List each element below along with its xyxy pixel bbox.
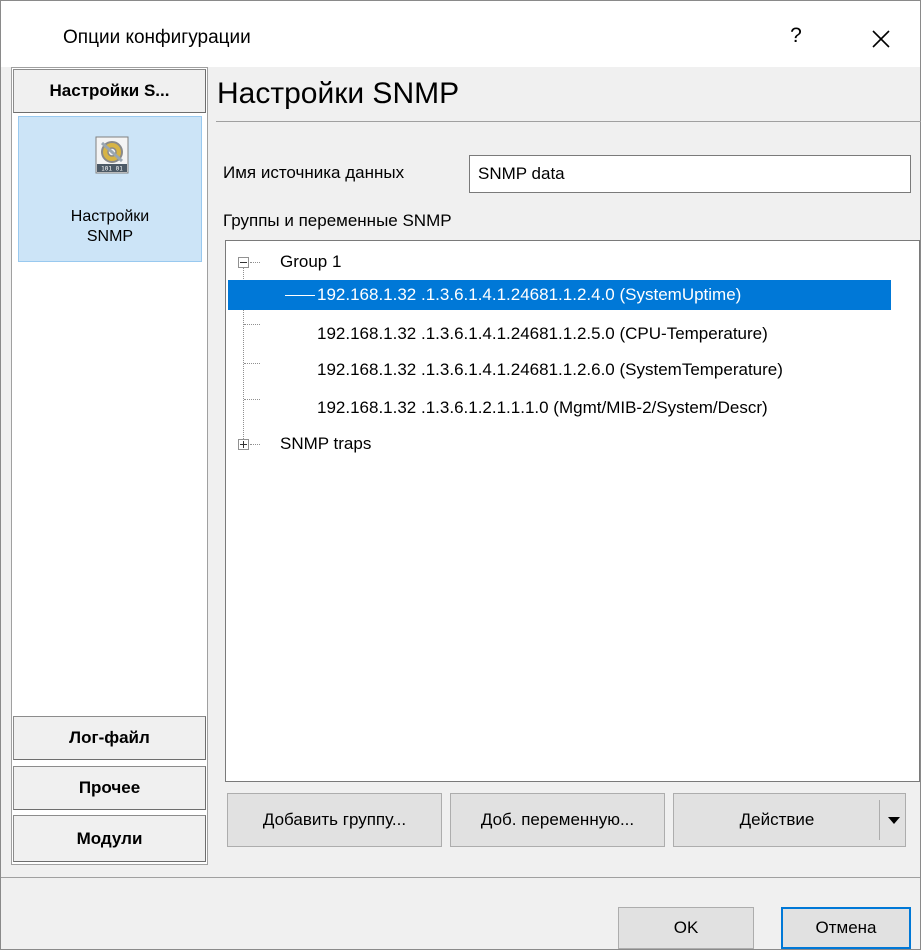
nav-item-label-line2: SNMP: [86, 228, 134, 245]
snmp-settings-icon: 101 01: [95, 136, 129, 174]
tree-traps-label: SNMP traps: [280, 434, 372, 453]
snmp-icon-text: 101 01: [101, 166, 123, 173]
title-divider: [216, 121, 921, 122]
title-bar[interactable]: Опции конфигурации ?: [1, 1, 920, 67]
close-icon: [872, 30, 890, 48]
snmp-tree[interactable]: Group 1 192.168.1.32 .1.3.6.1.4.1.24681.…: [225, 240, 920, 782]
tree-connector: [244, 324, 260, 325]
nav-item-label: Настройки SNMP: [19, 207, 201, 247]
tree-connector: [285, 295, 315, 296]
action-button-label[interactable]: Действие: [674, 794, 880, 846]
tree-group-item[interactable]: Group 1: [280, 247, 341, 277]
tree-variable-label: 192.168.1.32 .1.3.6.1.4.1.24681.1.2.4.0 …: [317, 285, 742, 304]
category-other[interactable]: Прочее: [13, 766, 206, 810]
footer-divider: [1, 877, 920, 878]
nav-item-label-line1: Настройки: [70, 208, 150, 225]
tree-variable-item[interactable]: 192.168.1.32 .1.3.6.1.4.1.24681.1.2.6.0 …: [317, 355, 783, 385]
cancel-button[interactable]: Отмена: [781, 907, 911, 949]
tree-variable-item[interactable]: 192.168.1.32 .1.3.6.1.2.1.1.1.0 (Mgmt/MI…: [317, 393, 768, 423]
add-group-button[interactable]: Добавить группу...: [227, 793, 442, 847]
close-button[interactable]: [863, 21, 899, 57]
add-variable-button[interactable]: Доб. переменную...: [450, 793, 665, 847]
tree-variable-label: 192.168.1.32 .1.3.6.1.4.1.24681.1.2.6.0 …: [317, 360, 783, 379]
nav-item-snmp-settings[interactable]: 101 01 Настройки SNMP: [18, 116, 202, 262]
snmp-tree-label: Группы и переменные SNMP: [223, 211, 452, 230]
tree-connector: [250, 444, 260, 445]
group-collapse-toggle[interactable]: [238, 257, 249, 268]
window-title: Опции конфигурации: [63, 27, 251, 48]
help-button[interactable]: ?: [781, 21, 811, 51]
tree-variable-label: 192.168.1.32 .1.3.6.1.4.1.24681.1.2.5.0 …: [317, 324, 768, 343]
tree-variable-item-selected[interactable]: 192.168.1.32 .1.3.6.1.4.1.24681.1.2.4.0 …: [228, 280, 891, 310]
split-divider: [879, 800, 880, 840]
datasource-name-label: Имя источника данных: [223, 163, 405, 182]
tree-connector: [250, 262, 260, 263]
category-sidebar: Настройки S... 101 01 Настройки SNMP Лог…: [11, 67, 208, 865]
tree-variable-item[interactable]: 192.168.1.32 .1.3.6.1.4.1.24681.1.2.5.0 …: [317, 319, 768, 349]
page-title: Настройки SNMP: [217, 77, 460, 110]
tree-variable-label: 192.168.1.32 .1.3.6.1.2.1.1.1.0 (Mgmt/MI…: [317, 398, 768, 417]
config-options-dialog: Опции конфигурации ? Настройки S... 101 …: [0, 0, 921, 950]
tree-connector: [244, 399, 260, 400]
tree-connector: [244, 363, 260, 364]
tree-traps-item[interactable]: SNMP traps: [280, 429, 371, 459]
category-log-file[interactable]: Лог-файл: [13, 716, 206, 760]
category-modules[interactable]: Модули: [13, 815, 206, 862]
traps-expand-toggle[interactable]: [238, 439, 249, 450]
category-snmp-settings[interactable]: Настройки S...: [13, 69, 206, 113]
ok-button[interactable]: OK: [618, 907, 754, 949]
tree-group-label: Group 1: [280, 252, 342, 271]
dropdown-arrow-icon[interactable]: [882, 794, 906, 846]
action-split-button[interactable]: Действие: [673, 793, 906, 847]
datasource-name-input[interactable]: SNMP data: [469, 155, 911, 193]
